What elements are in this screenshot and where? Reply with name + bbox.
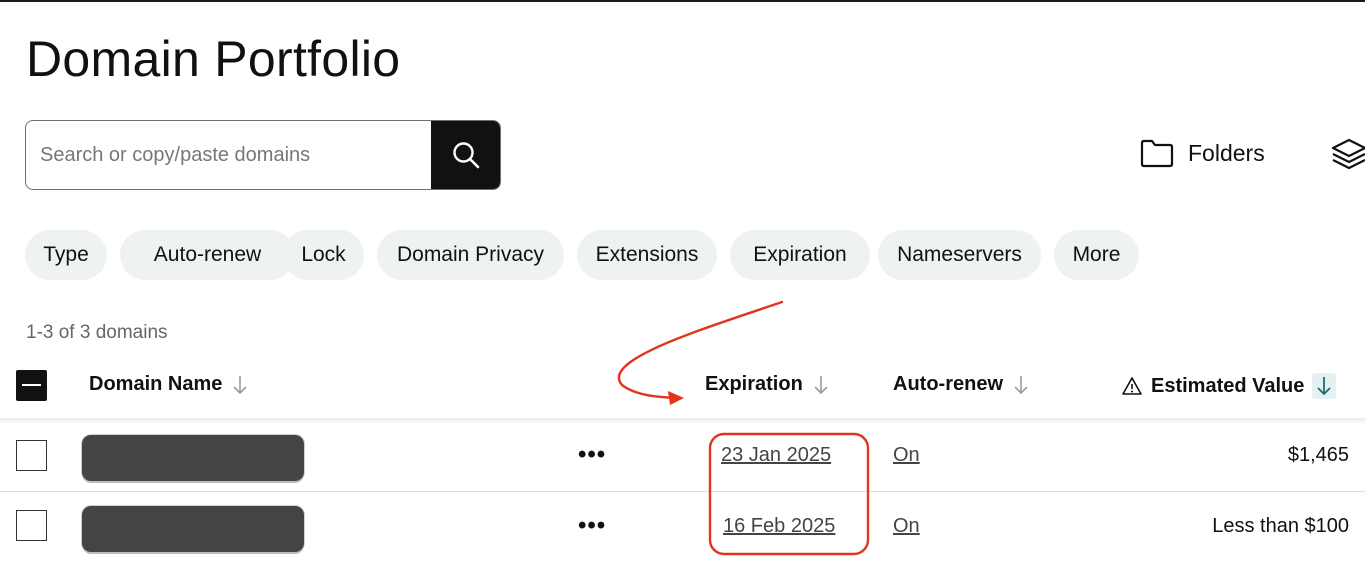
column-header-domain-name[interactable]: Domain Name [89, 373, 248, 396]
page-title: Domain Portfolio [26, 31, 401, 87]
layers-button[interactable] [1331, 138, 1365, 172]
results-count: 1-3 of 3 domains [26, 322, 168, 343]
annotation-arrowhead [668, 391, 684, 405]
filter-chip-lock[interactable]: Lock [283, 230, 364, 280]
search-input[interactable] [26, 121, 434, 189]
filter-chip-auto-renew[interactable]: Auto-renew [120, 230, 295, 280]
table-row: ••• 23 Jan 2025 On $1,465 [0, 421, 1365, 491]
filter-chip-more[interactable]: More [1054, 230, 1139, 280]
row-checkbox[interactable] [16, 440, 47, 471]
row-actions-menu[interactable]: ••• [578, 441, 606, 469]
filter-chip-type[interactable]: Type [25, 230, 107, 280]
auto-renew-link[interactable]: On [893, 515, 920, 538]
column-header-label: Expiration [705, 373, 803, 395]
sort-arrow-icon [232, 374, 248, 396]
sort-arrow-icon [1013, 374, 1029, 396]
select-all-checkbox[interactable] [16, 370, 47, 401]
column-header-label: Domain Name [89, 373, 223, 395]
filter-chip-expiration[interactable]: Expiration [730, 230, 870, 280]
sort-arrow-active-icon [1312, 373, 1337, 399]
filter-chip-domain-privacy[interactable]: Domain Privacy [377, 230, 564, 280]
folder-icon [1140, 139, 1174, 168]
search-button[interactable] [431, 121, 500, 189]
column-header-auto-renew[interactable]: Auto-renew [893, 373, 1029, 396]
search-icon [452, 142, 479, 169]
estimated-value: Less than $100 [1212, 515, 1349, 537]
filter-chip-extensions[interactable]: Extensions [577, 230, 717, 280]
filter-chip-nameservers[interactable]: Nameservers [878, 230, 1041, 280]
column-header-label: Auto-renew [893, 373, 1003, 395]
expiration-date-link[interactable]: 16 Feb 2025 [723, 515, 835, 538]
auto-renew-link[interactable]: On [893, 444, 920, 467]
estimated-value: $1,465 [1287, 444, 1349, 466]
redacted-domain-name [82, 506, 304, 552]
column-header-estimated-value[interactable]: Estimated Value [1121, 373, 1337, 399]
folders-button[interactable]: Folders [1140, 138, 1265, 168]
folders-label: Folders [1188, 139, 1265, 166]
column-header-expiration[interactable]: Expiration [705, 373, 829, 396]
redacted-domain-name [82, 435, 304, 481]
layers-icon [1331, 138, 1365, 170]
warning-icon [1122, 377, 1142, 395]
row-actions-menu[interactable]: ••• [578, 512, 606, 540]
table-row: ••• 16 Feb 2025 On Less than $100 [0, 491, 1365, 562]
column-header-label: Estimated Value [1151, 374, 1305, 397]
row-checkbox[interactable] [16, 510, 47, 541]
sort-arrow-icon [813, 374, 829, 396]
search-box [25, 120, 501, 190]
top-border [0, 0, 1365, 2]
expiration-date-link[interactable]: 23 Jan 2025 [721, 444, 831, 467]
